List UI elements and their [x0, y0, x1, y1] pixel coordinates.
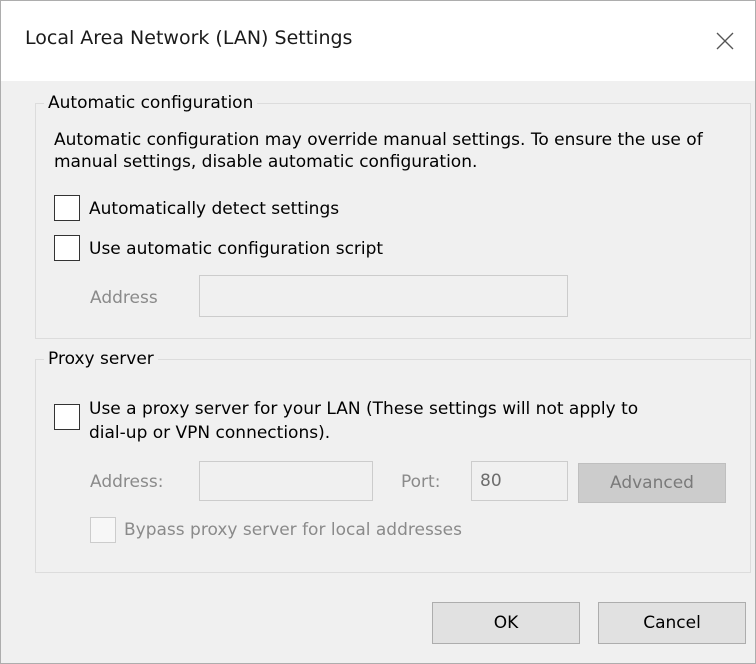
script-address-label: Address	[90, 288, 158, 308]
automatic-configuration-legend: Automatic configuration	[44, 92, 258, 114]
use-proxy-label-line1[interactable]: Use a proxy server for your LAN (These s…	[89, 398, 638, 420]
lan-settings-dialog: Local Area Network (LAN) Settings Automa…	[0, 0, 756, 664]
proxy-address-label: Address:	[90, 472, 164, 492]
close-button[interactable]	[695, 1, 755, 81]
window-title: Local Area Network (LAN) Settings	[25, 27, 353, 49]
use-script-label[interactable]: Use automatic configuration script	[89, 238, 383, 260]
use-proxy-label-line2[interactable]: dial-up or VPN connections).	[89, 422, 330, 444]
cancel-button[interactable]: Cancel	[598, 602, 746, 644]
proxy-port-label: Port:	[401, 472, 441, 492]
use-proxy-checkbox[interactable]	[54, 404, 80, 430]
proxy-address-input[interactable]	[199, 461, 373, 501]
detect-settings-label[interactable]: Automatically detect settings	[89, 198, 339, 220]
script-address-input[interactable]	[199, 275, 568, 317]
bypass-local-checkbox[interactable]	[90, 517, 116, 543]
use-script-checkbox[interactable]	[54, 235, 80, 261]
title-bar: Local Area Network (LAN) Settings	[1, 1, 755, 81]
bypass-local-label[interactable]: Bypass proxy server for local addresses	[124, 519, 462, 541]
ok-button[interactable]: OK	[432, 602, 580, 644]
proxy-server-legend: Proxy server	[44, 348, 158, 370]
proxy-port-input[interactable]: 80	[471, 461, 568, 501]
advanced-button[interactable]: Advanced	[578, 463, 726, 503]
automatic-configuration-description: Automatic configuration may override man…	[54, 130, 703, 172]
close-icon	[716, 32, 734, 50]
detect-settings-checkbox[interactable]	[54, 195, 80, 221]
